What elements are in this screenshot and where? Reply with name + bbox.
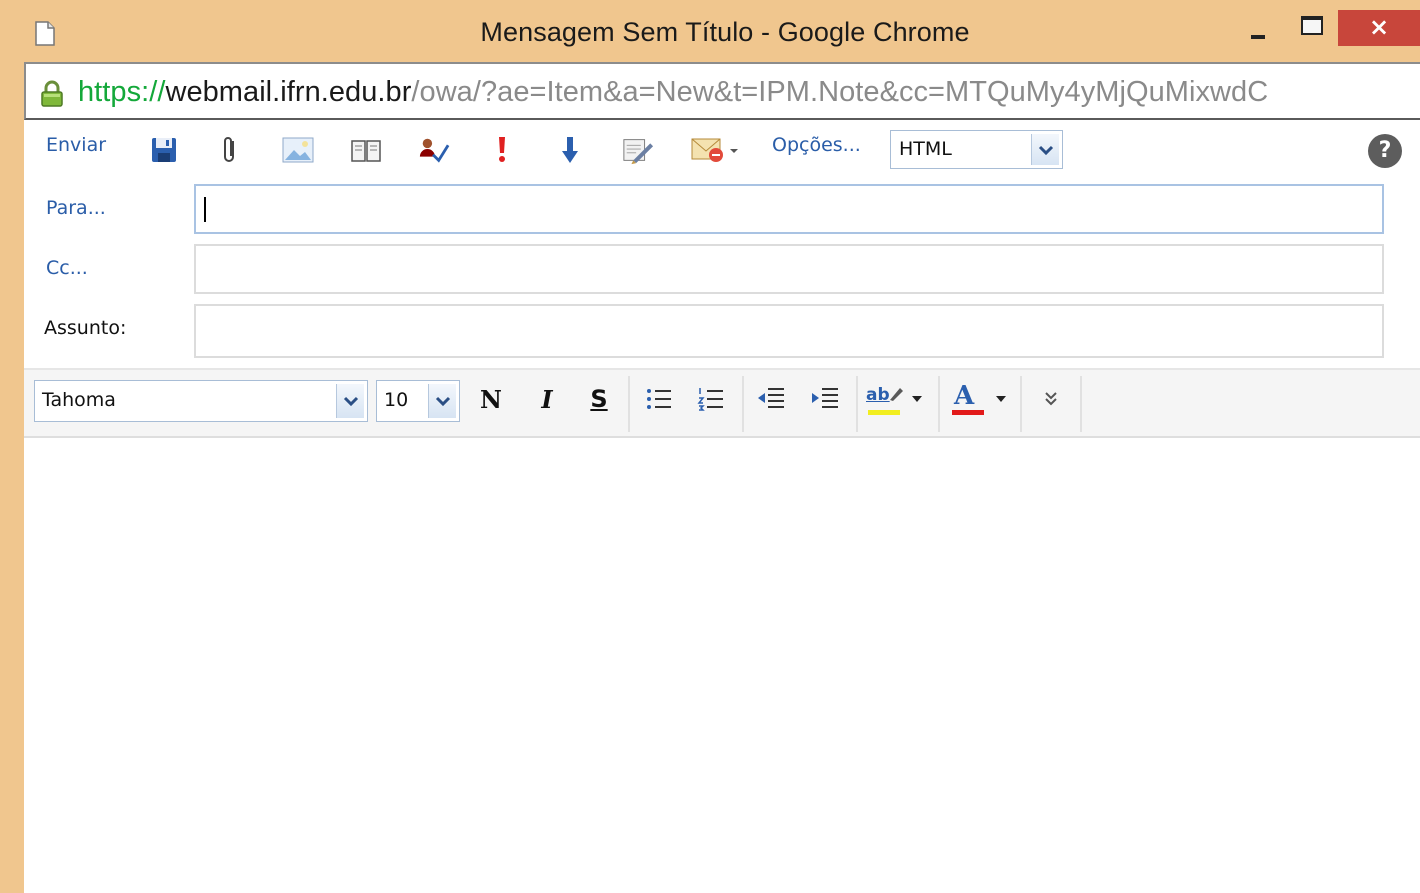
title-bar[interactable]: Mensagem Sem Título - Google Chrome ×	[0, 0, 1420, 62]
url-host: webmail.ifrn.edu.br	[165, 76, 412, 108]
font-family-select[interactable]: Tahoma	[34, 380, 368, 422]
url-text[interactable]: https://webmail.ifrn.edu.br/owa/?ae=Item…	[78, 76, 1268, 109]
font-size-value: 10	[384, 389, 409, 411]
toolbar-separator	[742, 376, 744, 432]
cc-field[interactable]	[194, 244, 1384, 294]
highlight-color-button[interactable]: ab	[866, 382, 930, 416]
cc-button[interactable]: Cc...	[46, 257, 88, 279]
font-color-label: A	[954, 381, 975, 411]
font-family-value: Tahoma	[42, 389, 116, 411]
compose-window: Enviar Opções... HTML ? Para... Cc... As…	[24, 120, 1420, 893]
italic-button[interactable]: I	[530, 382, 564, 416]
toolbar-separator	[938, 376, 940, 432]
numbered-list-icon[interactable]	[694, 382, 728, 416]
subject-field[interactable]	[194, 304, 1384, 358]
more-options-icon[interactable]	[1034, 382, 1068, 416]
bullet-list-icon[interactable]	[642, 382, 676, 416]
pen-icon	[890, 388, 903, 401]
save-icon[interactable]	[148, 134, 180, 166]
decrease-indent-icon[interactable]	[754, 382, 788, 416]
window-title: Mensagem Sem Título - Google Chrome	[480, 17, 970, 47]
highlight-color-swatch	[868, 410, 900, 415]
insert-image-icon[interactable]	[282, 134, 314, 166]
check-names-icon[interactable]	[418, 134, 450, 166]
to-button[interactable]: Para...	[46, 197, 106, 219]
font-color-button[interactable]: A	[950, 381, 1014, 416]
close-icon: ×	[1368, 13, 1390, 41]
send-button[interactable]: Enviar	[46, 134, 106, 156]
options-button[interactable]: Opções...	[772, 134, 861, 156]
increase-indent-icon[interactable]	[808, 382, 842, 416]
message-flag-icon[interactable]	[690, 134, 746, 166]
dropdown-caret-icon[interactable]	[912, 396, 922, 402]
chevron-down-icon[interactable]	[1031, 134, 1059, 165]
message-body[interactable]	[24, 438, 1420, 893]
strikethrough-button[interactable]: S	[582, 382, 616, 416]
address-bar[interactable]: https://webmail.ifrn.edu.br/owa/?ae=Item…	[24, 62, 1420, 120]
url-scheme: https://	[78, 76, 166, 108]
close-button[interactable]: ×	[1338, 10, 1420, 46]
toolbar-separator	[628, 376, 630, 432]
toolbar-separator	[1020, 376, 1022, 432]
high-importance-icon[interactable]	[486, 134, 518, 166]
subject-label: Assunto:	[44, 317, 127, 339]
dropdown-caret-icon[interactable]	[996, 396, 1006, 402]
chevron-down-icon[interactable]	[428, 384, 456, 418]
lock-icon	[41, 80, 63, 107]
help-icon[interactable]: ?	[1368, 134, 1402, 168]
minimize-button[interactable]	[1244, 14, 1274, 40]
address-book-icon[interactable]	[350, 134, 382, 166]
message-format-value: HTML	[899, 138, 952, 160]
toolbar-separator	[1080, 376, 1082, 432]
toolbar-separator	[856, 376, 858, 432]
highlight-label: ab	[866, 385, 890, 405]
to-field[interactable]	[194, 184, 1384, 234]
text-caret	[204, 197, 206, 222]
compose-toolbar: Enviar Opções... HTML ?	[24, 120, 1420, 176]
low-importance-icon[interactable]	[554, 134, 586, 166]
window-frame: Mensagem Sem Título - Google Chrome × ht…	[0, 0, 1420, 893]
bold-button[interactable]: N	[474, 382, 508, 416]
font-size-select[interactable]: 10	[376, 380, 460, 422]
formatting-toolbar: Tahoma 10 N I S ab A	[24, 368, 1420, 438]
signature-icon[interactable]	[622, 134, 654, 166]
chevron-down-icon[interactable]	[336, 384, 364, 418]
url-path: /owa/?ae=Item&a=New&t=IPM.Note&cc=MTQuMy…	[411, 76, 1269, 108]
message-format-select[interactable]: HTML	[890, 130, 1063, 169]
font-color-swatch	[952, 410, 984, 415]
maximize-button[interactable]	[1296, 14, 1326, 40]
attach-icon[interactable]	[214, 134, 246, 166]
